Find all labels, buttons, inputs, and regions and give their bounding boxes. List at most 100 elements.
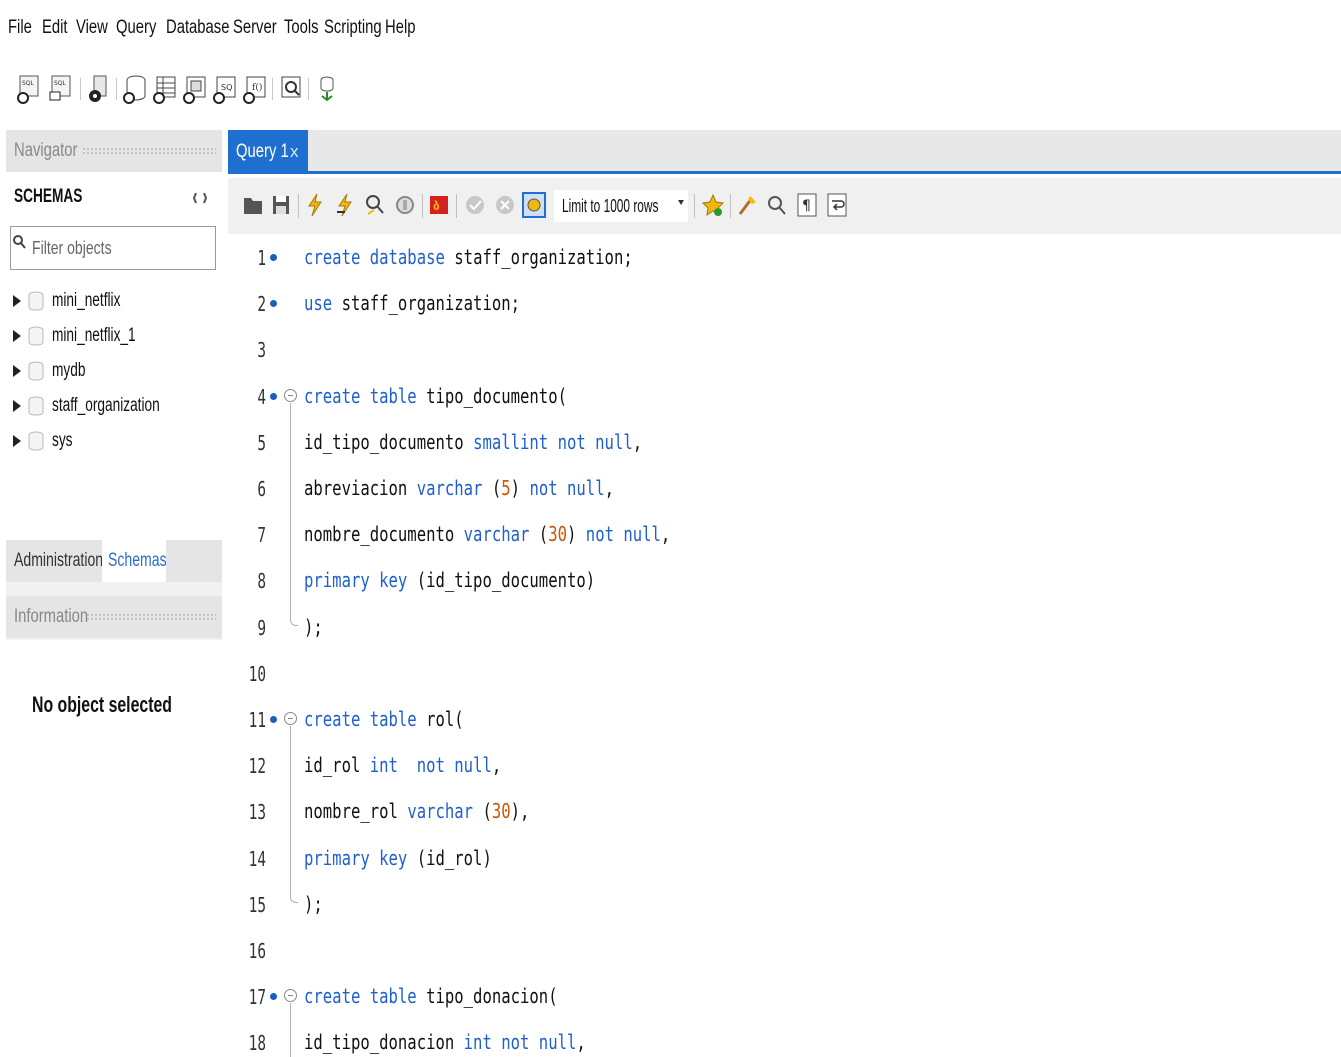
stop-on-error-icon[interactable]: ბ <box>428 192 450 218</box>
code-line[interactable]: 18 id_tipo_donacion int not null, <box>228 1019 1341 1057</box>
create-function-icon[interactable]: f() <box>242 74 268 104</box>
line-number: 12 <box>248 754 266 779</box>
show-invisible-characters-icon[interactable]: ¶ <box>796 192 818 218</box>
chevron-down-icon <box>678 200 684 205</box>
sql-identifier: ( <box>482 476 502 500</box>
database-icon <box>28 326 44 346</box>
search-table-data-icon[interactable] <box>278 74 304 104</box>
collapse-fold-icon[interactable] <box>284 388 297 402</box>
expand-arrow-icon[interactable] <box>12 294 22 308</box>
create-schema-icon[interactable] <box>122 74 148 104</box>
schema-item[interactable]: mydb <box>12 356 212 386</box>
line-number: 13 <box>248 800 266 825</box>
menu-server[interactable]: Server <box>233 17 277 39</box>
create-view-icon[interactable] <box>182 74 208 104</box>
code-line[interactable]: 9); <box>228 603 1341 650</box>
menu-help[interactable]: Help <box>385 17 416 39</box>
sidebar-tabs: Administration Schemas <box>6 540 222 582</box>
stop-icon[interactable] <box>394 192 416 218</box>
code-line[interactable]: 4 create table tipo_documento( <box>228 373 1341 419</box>
sql-keyword: int not null <box>369 753 492 778</box>
add-snippet-icon[interactable] <box>702 192 724 218</box>
find-replace-icon[interactable] <box>766 192 788 218</box>
menu-query[interactable]: Query <box>116 17 160 39</box>
sql-editor[interactable]: 1 create database staff_organization; 2 use… <box>228 234 1341 1057</box>
schema-item[interactable]: staff_organization <box>12 391 212 421</box>
code-text: primary key (id_rol) <box>304 846 492 870</box>
tab-query-1[interactable]: Query 1 x <box>228 130 308 174</box>
collapse-fold-icon[interactable] <box>284 712 297 725</box>
schema-item[interactable]: mini_netflix_1 <box>12 321 212 351</box>
code-line[interactable]: 7 nombre_documento varchar (30) not null, <box>228 511 1341 559</box>
execute-current-statement-icon[interactable] <box>334 192 356 218</box>
code-line[interactable]: 16 <box>228 927 1341 973</box>
sql-identifier: staff_organization; <box>332 291 521 316</box>
svg-text:SQL: SQL <box>54 80 67 87</box>
sql-keyword: varchar <box>463 522 530 547</box>
rollback-icon[interactable] <box>494 192 516 218</box>
schema-name: mini_netflix_1 <box>52 325 136 346</box>
sql-editor-toolbar: ბ Limit to 1000 rows ¶ <box>228 178 1341 234</box>
inspector-icon[interactable] <box>86 74 112 104</box>
menu-tools[interactable]: Tools <box>284 17 320 39</box>
code-line[interactable]: 10 <box>228 650 1341 696</box>
commit-icon[interactable] <box>464 192 486 218</box>
code-line[interactable]: 11 create table rol( <box>228 696 1341 742</box>
tab-administration[interactable]: Administration <box>6 540 104 582</box>
expand-arrow-icon[interactable] <box>12 364 22 378</box>
close-tab-icon[interactable]: x <box>290 142 299 162</box>
code-line[interactable]: 15); <box>228 880 1341 927</box>
refresh-icon[interactable] <box>192 190 208 206</box>
collapse-fold-icon[interactable] <box>284 989 297 1003</box>
menu-file[interactable]: File <box>8 17 39 39</box>
code-text: id_tipo_documento smallint not null, <box>304 430 642 454</box>
beautify-icon[interactable] <box>736 192 758 218</box>
code-line[interactable]: 2 use staff_organization; <box>228 280 1341 326</box>
explain-icon[interactable] <box>364 192 386 218</box>
sql-identifier: ) <box>510 476 530 500</box>
word-wrap-icon[interactable] <box>826 192 848 218</box>
navigator-header: Navigator <box>6 130 222 172</box>
code-line[interactable]: 13 nombre_rol varchar (30), <box>228 788 1341 836</box>
code-line[interactable]: 14 primary key (id_rol) <box>228 834 1341 882</box>
expand-arrow-icon[interactable] <box>12 399 22 413</box>
sql-keyword: varchar <box>407 799 474 824</box>
menu-edit[interactable]: Edit <box>42 17 73 39</box>
sql-number: 5 <box>501 476 511 500</box>
open-file-icon[interactable] <box>242 192 264 218</box>
code-line[interactable]: 5 id_tipo_documento smallint not null, <box>228 418 1341 466</box>
line-number: 2 <box>257 292 266 317</box>
svg-text:ბ: ბ <box>433 199 440 213</box>
information-panel: No object selected <box>6 640 222 1057</box>
autocommit-toggle-icon[interactable] <box>522 192 546 218</box>
create-table-icon[interactable] <box>152 74 178 104</box>
schema-item[interactable]: sys <box>12 426 212 456</box>
statement-marker-icon <box>270 254 277 261</box>
schemas-title: SCHEMAS <box>14 186 83 207</box>
open-sql-script-icon[interactable]: SQL <box>48 74 74 104</box>
expand-arrow-icon[interactable] <box>12 434 22 448</box>
new-sql-tab-icon[interactable]: SQL <box>16 74 42 104</box>
code-line[interactable]: 12 id_rol int not null, <box>228 742 1341 790</box>
tab-schemas[interactable]: Schemas <box>102 540 167 582</box>
code-line[interactable]: 8 primary key (id_tipo_documento) <box>228 557 1341 605</box>
code-line[interactable]: 6 abreviacion varchar (5) not null, <box>228 465 1341 512</box>
schema-name: mydb <box>52 360 86 381</box>
menu-database[interactable]: Database <box>166 17 229 39</box>
code-line[interactable]: 17 create table tipo_donacion( <box>228 973 1341 1020</box>
limit-rows-select[interactable]: Limit to 1000 rows <box>554 190 688 222</box>
menu-view[interactable]: View <box>76 17 112 39</box>
execute-icon[interactable] <box>304 192 326 218</box>
expand-arrow-icon[interactable] <box>12 329 22 343</box>
create-procedure-icon[interactable]: SQ <box>212 74 238 104</box>
code-line[interactable]: 3 <box>228 326 1341 372</box>
database-icon <box>28 431 44 451</box>
reconnect-icon[interactable] <box>314 74 340 104</box>
save-icon[interactable] <box>270 192 292 218</box>
schema-item[interactable]: mini_netflix <box>12 286 212 316</box>
filter-objects-input[interactable] <box>32 230 173 266</box>
code-line[interactable]: 1 create database staff_organization; <box>228 234 1341 280</box>
fold-guide <box>290 465 291 512</box>
menu-scripting[interactable]: Scripting <box>324 17 382 39</box>
fold-guide <box>290 402 291 419</box>
